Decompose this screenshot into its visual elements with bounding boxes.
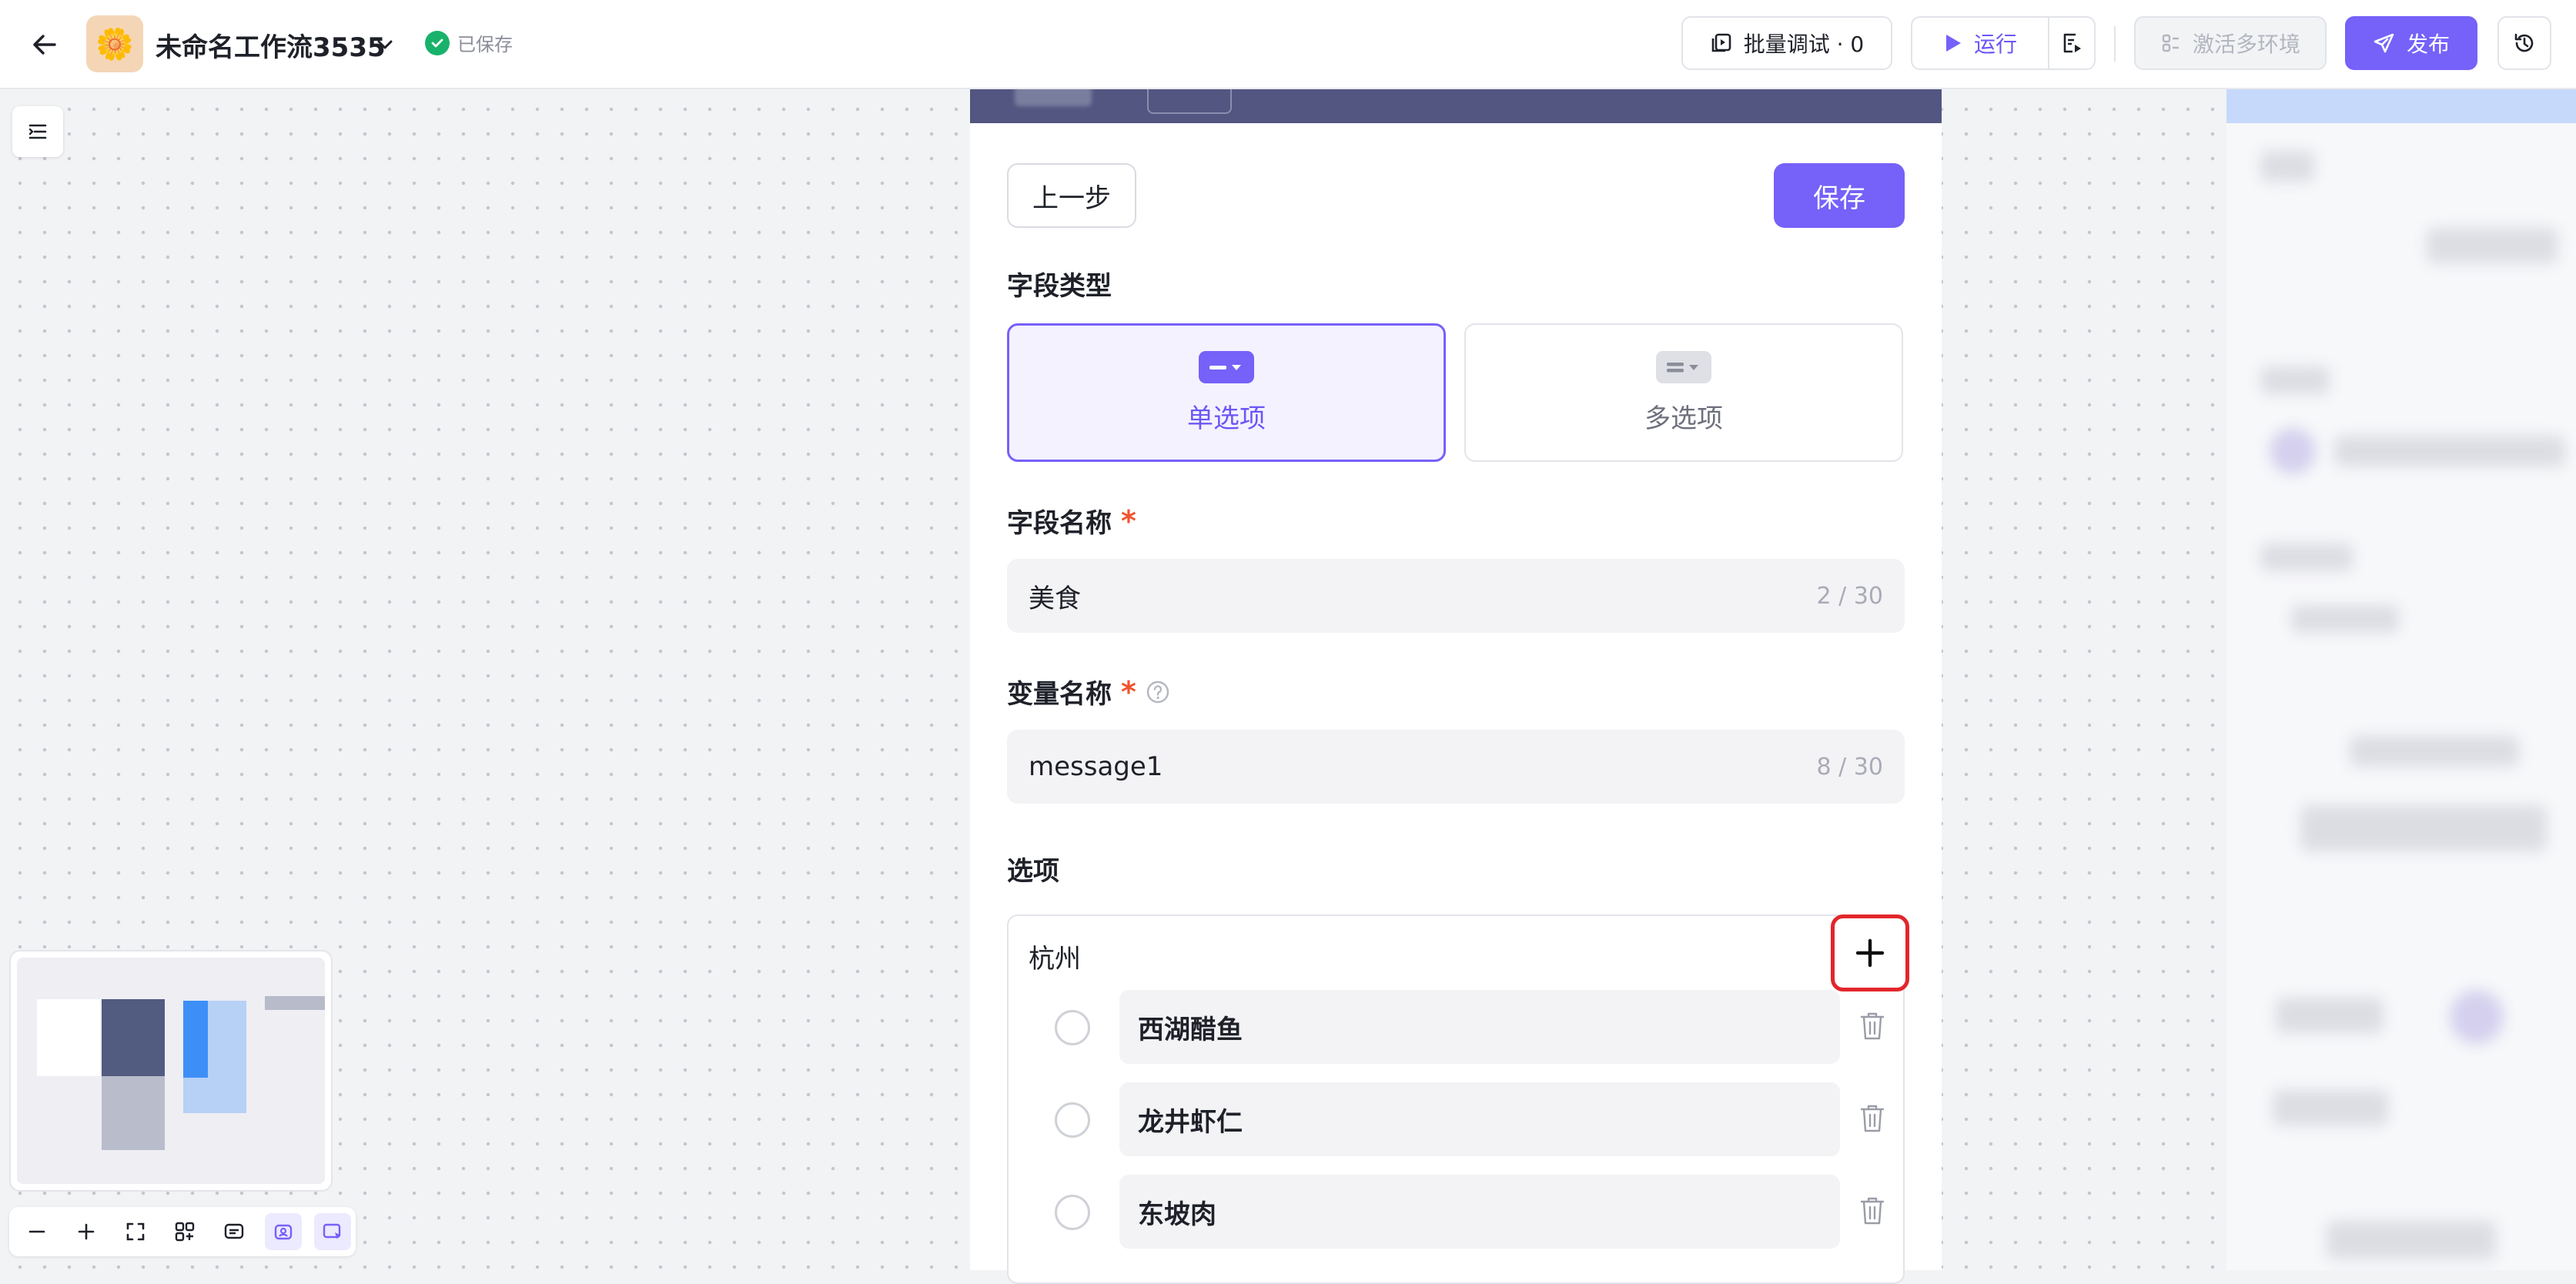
trash-icon[interactable] — [1855, 1099, 1889, 1138]
batch-debug-label: 批量调试 · 0 — [1743, 32, 1865, 57]
multi-select-icon — [1656, 350, 1711, 383]
field-type-label: 字段类型 — [1007, 265, 1112, 303]
type-multi-label: 多选项 — [1644, 403, 1723, 434]
option-row: 西湖醋鱼 — [1009, 990, 1906, 1064]
field-config-modal: 上一步 保存 字段类型 单选项 多选项 字段名称 * 美食 2 / 30 变量名… — [970, 89, 1942, 1284]
trash-icon[interactable] — [1855, 1192, 1889, 1230]
mouse-mode-icon[interactable] — [265, 1213, 302, 1250]
fit-view-icon[interactable] — [117, 1213, 154, 1250]
activate-env-button[interactable]: 激活多环境 — [2134, 16, 2327, 70]
minimap-viewport — [17, 958, 325, 1184]
toolbar-divider — [2114, 26, 2116, 62]
run-label: 运行 — [1973, 32, 2017, 57]
chevron-down-icon[interactable] — [371, 31, 399, 59]
run-button-group: 运行 — [1911, 16, 2096, 70]
field-name-char-count: 2 / 30 — [1816, 582, 1883, 610]
header-title-fragment — [1015, 89, 1092, 106]
minimap-node — [265, 996, 325, 1010]
minimap[interactable] — [9, 950, 333, 1192]
top-toolbar: 🌼 未命名工作流3535 已保存 批量调试 · 0 运行 激活多环境 发布 — [0, 0, 2576, 89]
var-name-label: 变量名称 * — [1007, 673, 1170, 711]
history-button[interactable] — [2497, 16, 2551, 70]
field-type-label-text: 字段类型 — [1007, 271, 1112, 302]
modal-header — [970, 89, 1942, 123]
option-group: 杭州 西湖醋鱼 龙井虾仁 东坡肉 — [1007, 915, 1905, 1284]
add-option-button[interactable] — [1831, 915, 1909, 991]
saved-status-text: 已保存 — [457, 34, 513, 55]
minimap-node — [102, 1076, 165, 1150]
activate-env-label: 激活多环境 — [2192, 32, 2300, 57]
panel-header — [2226, 89, 2576, 123]
field-name-label: 字段名称 * — [1007, 502, 1136, 540]
required-mark: * — [1121, 503, 1136, 538]
field-name-input[interactable]: 美食 2 / 30 — [1007, 559, 1905, 633]
send-icon — [2374, 33, 2394, 53]
minimap-node — [37, 999, 100, 1076]
comment-icon[interactable] — [216, 1213, 253, 1250]
document-play-icon — [2063, 33, 2081, 53]
auto-layout-icon[interactable] — [166, 1213, 203, 1250]
saved-status: 已保存 — [425, 29, 513, 56]
field-name-value: 美食 — [1029, 583, 1081, 614]
plus-icon — [1855, 938, 1885, 968]
option-input[interactable]: 东坡肉 — [1119, 1175, 1840, 1249]
type-multi-option[interactable]: 多选项 — [1464, 323, 1903, 462]
run-button[interactable]: 运行 — [1912, 18, 2049, 69]
option-radio[interactable] — [1055, 1195, 1090, 1230]
option-row: 东坡肉 — [1009, 1175, 1906, 1249]
canvas-controls — [9, 1207, 356, 1256]
single-select-icon — [1199, 350, 1254, 383]
history-icon — [2514, 33, 2534, 52]
help-circle-icon[interactable] — [1146, 680, 1170, 704]
type-single-label: 单选项 — [1187, 403, 1266, 434]
zoom-out-icon[interactable] — [18, 1213, 55, 1250]
options-label: 选项 — [1007, 850, 1059, 888]
option-radio[interactable] — [1055, 1102, 1090, 1138]
batch-debug-icon — [1711, 33, 1731, 52]
option-group-title[interactable]: 杭州 — [1029, 938, 1081, 975]
minimap-node — [183, 1001, 208, 1078]
trash-icon[interactable] — [1855, 1007, 1889, 1045]
play-icon — [1945, 35, 1961, 52]
minimap-node — [102, 999, 165, 1076]
back-arrow-icon[interactable] — [23, 23, 66, 66]
header-tag-fragment — [1147, 89, 1232, 114]
save-button[interactable]: 保存 — [1774, 163, 1905, 228]
workflow-title[interactable]: 未命名工作流3535 — [156, 26, 386, 64]
node-detail-panel — [2226, 89, 2576, 1270]
publish-label: 发布 — [2406, 32, 2450, 57]
app-logo-icon: 🌼 — [86, 15, 143, 72]
var-name-char-count: 8 / 30 — [1816, 753, 1883, 781]
list-indent-icon — [28, 124, 47, 139]
publish-button[interactable]: 发布 — [2345, 16, 2477, 70]
touchpad-mode-icon[interactable] — [314, 1213, 351, 1250]
batch-debug-button[interactable]: 批量调试 · 0 — [1681, 16, 1892, 70]
check-circle-icon — [425, 30, 450, 55]
option-row: 龙井虾仁 — [1009, 1082, 1906, 1156]
previous-step-button[interactable]: 上一步 — [1007, 163, 1136, 228]
var-name-input[interactable]: message1 8 / 30 — [1007, 730, 1905, 804]
required-mark: * — [1121, 674, 1136, 709]
option-input[interactable]: 西湖醋鱼 — [1119, 990, 1840, 1064]
var-name-label-text: 变量名称 — [1007, 679, 1112, 710]
field-name-label-text: 字段名称 — [1007, 508, 1112, 539]
zoom-in-icon[interactable] — [68, 1213, 105, 1250]
type-single-option[interactable]: 单选项 — [1007, 323, 1446, 462]
options-label-text: 选项 — [1007, 856, 1059, 887]
option-radio[interactable] — [1055, 1010, 1090, 1045]
run-log-button[interactable] — [2049, 18, 2094, 69]
var-name-value: message1 — [1029, 751, 1163, 782]
environment-icon — [2162, 34, 2179, 52]
outline-toggle-button[interactable] — [12, 106, 63, 157]
option-input[interactable]: 龙井虾仁 — [1119, 1082, 1840, 1156]
